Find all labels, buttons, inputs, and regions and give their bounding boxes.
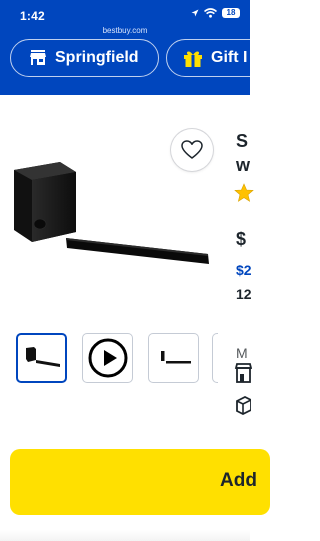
gift-icon bbox=[183, 49, 203, 68]
bottom-edge bbox=[0, 530, 250, 541]
product-price: $ bbox=[236, 229, 247, 249]
pickup-icon bbox=[234, 363, 252, 383]
model-label: M bbox=[236, 345, 248, 361]
wifi-icon bbox=[204, 8, 217, 18]
top-header: 1:42 18 bestbuy.com Springfield Gift I bbox=[0, 0, 250, 95]
gift-ideas-label: Gift I bbox=[211, 49, 248, 66]
heart-icon bbox=[181, 140, 203, 159]
status-time: 1:42 bbox=[20, 9, 45, 23]
product-title-line-2: w bbox=[236, 155, 251, 175]
battery-indicator: 18 bbox=[222, 8, 240, 18]
store-selector-button[interactable]: Springfield bbox=[10, 39, 159, 77]
gallery-thumbnail-1[interactable] bbox=[16, 333, 67, 383]
star-icon bbox=[234, 183, 254, 202]
url-label[interactable]: bestbuy.com bbox=[0, 26, 250, 35]
delivery-icon bbox=[236, 395, 251, 416]
gift-ideas-button[interactable]: Gift I bbox=[166, 39, 250, 77]
add-to-cart-label: Add bbox=[220, 470, 257, 491]
product-main-image[interactable] bbox=[10, 158, 212, 274]
gallery-thumbnail-3[interactable] bbox=[148, 333, 199, 383]
product-title[interactable]: S bbox=[236, 131, 248, 152]
add-to-cart-button[interactable]: Add bbox=[10, 449, 270, 515]
play-icon bbox=[88, 338, 127, 378]
location-icon bbox=[191, 9, 199, 16]
save-favorite-button[interactable] bbox=[171, 129, 213, 171]
sale-price: $2 bbox=[236, 262, 252, 278]
store-icon bbox=[29, 49, 47, 67]
gallery-thumbnail-video[interactable] bbox=[82, 333, 133, 383]
status-icons: 18 bbox=[191, 8, 240, 18]
store-selector-label: Springfield bbox=[55, 49, 139, 66]
gallery-thumbnail-4[interactable] bbox=[212, 333, 218, 383]
payment-months: 12 bbox=[236, 286, 252, 302]
